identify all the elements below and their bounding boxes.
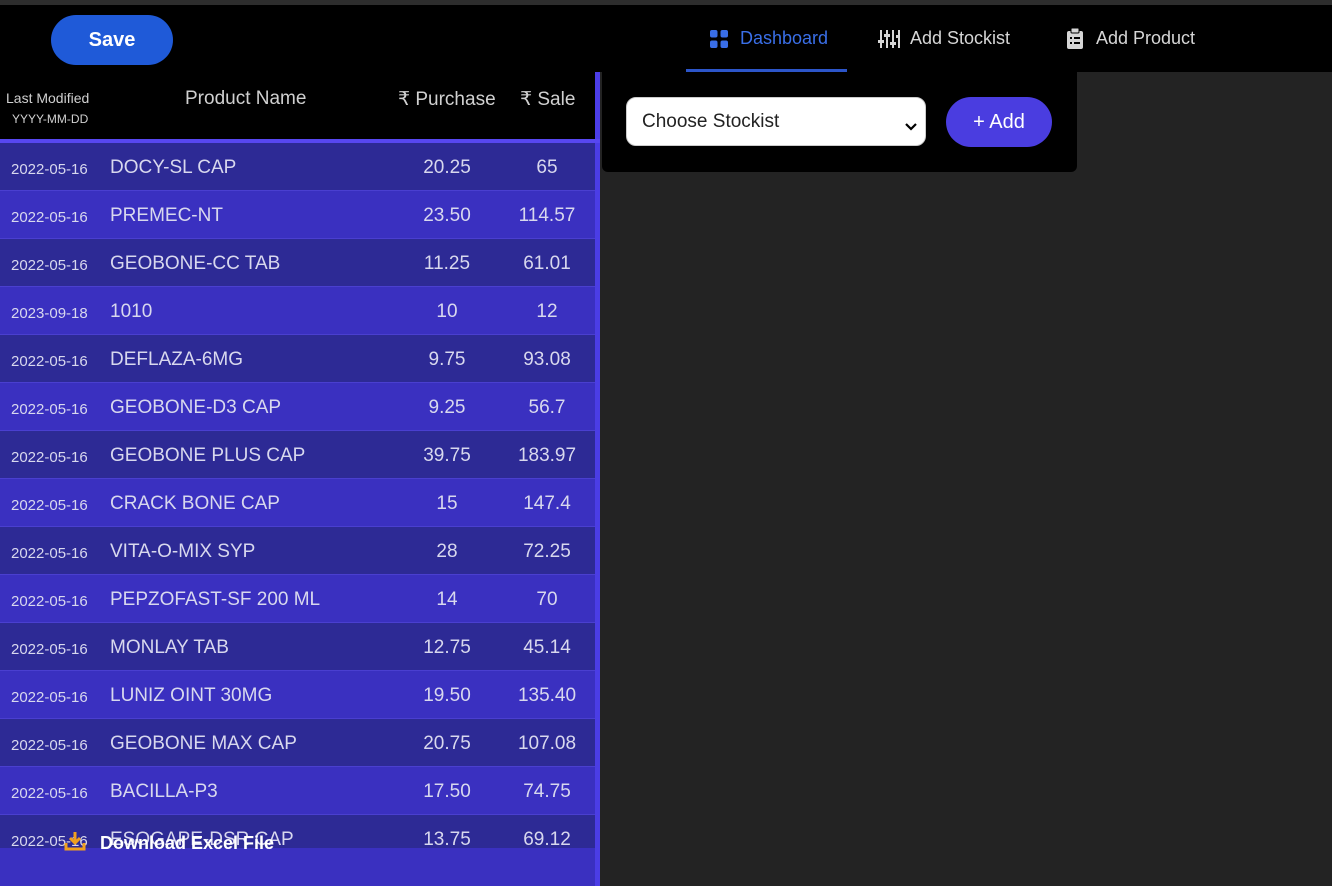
cell-product-name: DEFLAZA-6MG (110, 349, 244, 370)
cell-product-name: GEOBONE-D3 CAP (110, 397, 282, 418)
header-sale[interactable]: ₹ Sale (520, 88, 575, 111)
cell-sale: 74.75 (523, 781, 571, 802)
add-stockist-button[interactable]: + Add (946, 97, 1052, 147)
cell-purchase: 9.75 (428, 349, 466, 370)
cell-purchase: 10 (436, 301, 458, 322)
cell-sale: 56.7 (528, 397, 566, 418)
cell-sale: 183.97 (517, 445, 577, 466)
cell-date: 2022-05-16 (11, 785, 88, 802)
cell-product-name: GEOBONE-CC TAB (110, 253, 281, 274)
cell-purchase: 15 (436, 493, 458, 514)
table-row[interactable]: 2022-05-16 DEFLAZA-6MG 9.75 93.08 (0, 335, 595, 383)
table-row[interactable]: 2022-05-16 PREMEC-NT 23.50 114.57 (0, 191, 595, 239)
cell-date: 2022-05-16 (11, 689, 88, 706)
cell-purchase: 20.25 (423, 157, 471, 178)
download-label: Download Excel File (100, 833, 275, 853)
cell-date: 2022-05-16 (11, 257, 88, 274)
clipboard-icon (1064, 27, 1086, 50)
table-row[interactable]: 2022-05-16 GEOBONE-CC TAB 11.25 61.01 (0, 239, 595, 287)
cell-sale: 65 (536, 157, 558, 178)
cell-purchase: 28 (436, 541, 458, 562)
cell-purchase: 11.25 (423, 253, 471, 274)
cell-purchase: 12.75 (423, 637, 471, 658)
cell-product-name: MONLAY TAB (110, 637, 229, 658)
cell-purchase: 14 (436, 589, 458, 610)
cell-product-name: DOCY-SL CAP (110, 157, 237, 178)
cell-date: 2022-05-16 (11, 161, 88, 178)
top-bar: Save Dashboard Add Stockist Add Product (0, 5, 1332, 72)
sliders-icon (878, 28, 900, 50)
tab-add-product-label: Add Product (1096, 28, 1196, 48)
cell-sale: 70 (536, 589, 558, 610)
cell-product-name: 1010 (110, 301, 153, 322)
cell-sale: 147.4 (523, 493, 571, 514)
cell-product-name: GEOBONE PLUS CAP (110, 445, 306, 466)
grid-icon (708, 28, 730, 50)
cell-date: 2022-05-16 (11, 449, 88, 466)
table-row[interactable]: 2022-05-16 PEPZOFAST-SF 200 ML 14 70 (0, 575, 595, 623)
product-table-body[interactable]: 2022-05-16 DOCY-SL CAP 20.25 65 2022-05-16 PR… (0, 143, 595, 848)
stockist-select[interactable]: Choose Stockist (626, 97, 926, 146)
cell-sale: 72.25 (523, 541, 571, 562)
cell-date: 2022-05-16 (11, 545, 88, 562)
cell-date: 2023-09-18 (11, 305, 88, 322)
cell-product-name: GEOBONE MAX CAP (110, 733, 297, 754)
table-row[interactable]: 2022-05-16 DOCY-SL CAP 20.25 65 (0, 143, 595, 191)
cell-product-name: BACILLA-P3 (110, 781, 218, 802)
cell-sale: 61.01 (523, 253, 571, 274)
tab-dashboard-label: Dashboard (740, 28, 829, 48)
stockist-select-value: Choose Stockist (642, 110, 780, 132)
header-date-format: YYYY-MM-DD (12, 112, 89, 126)
table-row[interactable]: 2022-05-16 VITA-O-MIX SYP 28 72.25 (0, 527, 595, 575)
stockist-card: Choose Stockist + Add (602, 72, 1077, 172)
table-row[interactable]: 2022-05-16 GEOBONE-D3 CAP 9.25 56.7 (0, 383, 595, 431)
table-row[interactable]: 2022-05-16 GEOBONE PLUS CAP 39.75 183.97 (0, 431, 595, 479)
cell-date: 2022-05-16 (11, 497, 88, 514)
panel-divider (595, 72, 600, 886)
cell-product-name: PREMEC-NT (110, 205, 223, 226)
tab-add-stockist[interactable]: Add Stockist (878, 5, 1010, 72)
table-row[interactable]: 2022-05-16 MONLAY TAB 12.75 45.14 (0, 623, 595, 671)
table-row[interactable]: 2022-05-16 GEOBONE MAX CAP 20.75 107.08 (0, 719, 595, 767)
cell-date: 2022-05-16 (11, 401, 88, 418)
cell-purchase: 9.25 (428, 397, 466, 418)
cell-date: 2022-05-16 (11, 353, 88, 370)
download-excel-button[interactable]: Download Excel File (64, 830, 274, 857)
cell-purchase: 17.50 (423, 781, 471, 802)
header-product-name[interactable]: Product Name (185, 88, 306, 110)
cell-sale: 135.40 (517, 685, 577, 706)
cell-sale: 114.57 (518, 205, 576, 226)
cell-purchase: 20.75 (423, 733, 471, 754)
cell-sale: 107.08 (517, 733, 577, 754)
download-icon (64, 830, 86, 857)
tab-add-product[interactable]: Add Product (1064, 5, 1195, 72)
chevron-down-icon (905, 116, 917, 138)
cell-sale: 45.14 (523, 637, 571, 658)
cell-product-name: LUNIZ OINT 30MG (110, 685, 273, 706)
cell-date: 2022-05-16 (11, 593, 88, 610)
cell-product-name: CRACK BONE CAP (110, 493, 280, 514)
table-row[interactable]: 2022-05-16 LUNIZ OINT 30MG 19.50 135.40 (0, 671, 595, 719)
cell-purchase: 39.75 (423, 445, 471, 466)
table-row[interactable]: 2022-05-16 BACILLA-P3 17.50 74.75 (0, 767, 595, 815)
cell-sale: 12 (536, 301, 558, 322)
tab-dashboard[interactable]: Dashboard (708, 5, 828, 72)
table-row[interactable]: 2023-09-18 1010 10 12 (0, 287, 595, 335)
cell-purchase: 19.50 (423, 685, 471, 706)
header-purchase[interactable]: ₹ Purchase (398, 88, 496, 111)
cell-sale: 93.08 (523, 349, 571, 370)
table-header: Last Modified YYYY-MM-DD Product Name ₹ … (0, 72, 595, 140)
cell-purchase: 23.50 (423, 205, 471, 226)
cell-date: 2022-05-16 (11, 641, 88, 658)
cell-product-name: PEPZOFAST-SF 200 ML (110, 589, 321, 610)
cell-purchase: 13.75 (423, 829, 471, 848)
cell-date: 2022-05-16 (11, 737, 88, 754)
cell-product-name: VITA-O-MIX SYP (110, 541, 256, 562)
cell-date: 2022-05-16 (11, 209, 88, 226)
tab-add-stockist-label: Add Stockist (910, 28, 1011, 48)
table-row[interactable]: 2022-05-16 CRACK BONE CAP 15 147.4 (0, 479, 595, 527)
header-last-modified[interactable]: Last Modified (6, 90, 89, 106)
save-button[interactable]: Save (51, 15, 173, 65)
cell-sale: 69.12 (523, 829, 571, 848)
